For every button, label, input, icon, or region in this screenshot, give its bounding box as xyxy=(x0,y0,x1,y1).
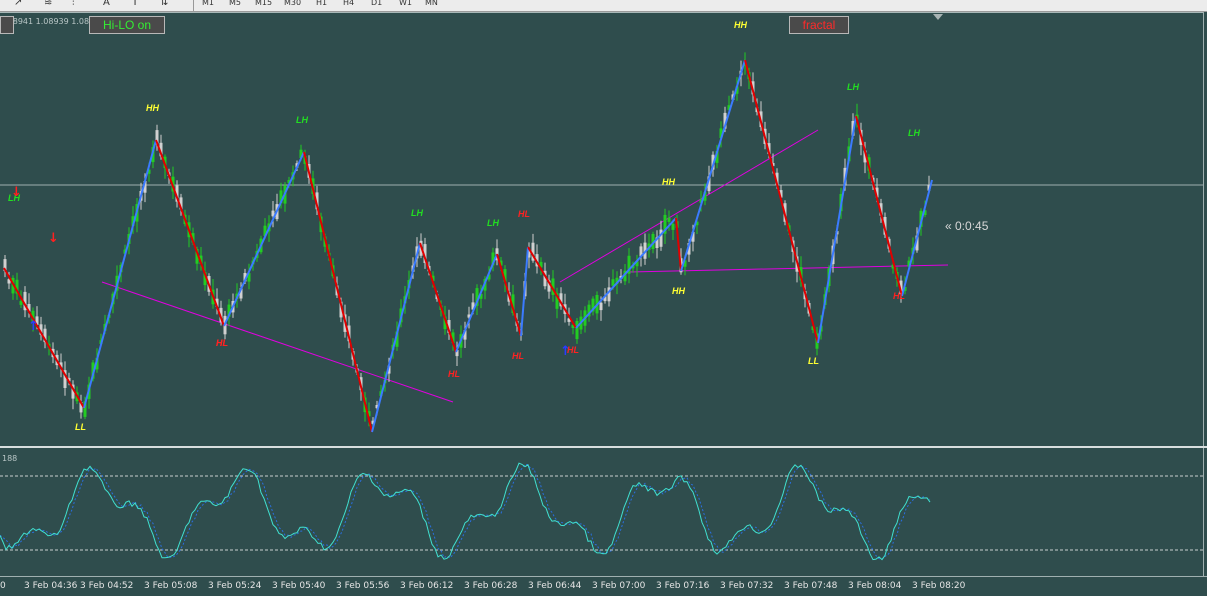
candle-body xyxy=(599,302,603,311)
zigzag-segment xyxy=(455,253,498,353)
time-label: 3 Feb 06:12 xyxy=(400,581,454,591)
time-label: 3 Feb 05:24 xyxy=(208,581,262,591)
zigzag-label-hh: HH xyxy=(146,103,159,113)
zigzag-segment xyxy=(223,151,305,327)
zigzag-segment xyxy=(680,59,746,272)
trendlines xyxy=(101,129,949,403)
zigzag-segment xyxy=(520,246,529,337)
hilo-toggle-button[interactable]: Hi-LO on xyxy=(89,16,165,34)
time-label: 3 Feb 05:08 xyxy=(144,581,198,591)
zigzag-segment xyxy=(371,242,421,433)
time-label: 3 Feb 06:28 xyxy=(464,581,518,591)
zigzag-label-hl: HL xyxy=(448,369,460,379)
left-stub-button[interactable] xyxy=(0,16,14,34)
zigzag-label-lh: LH xyxy=(411,208,423,218)
zigzag-segment xyxy=(419,242,457,353)
zigzag-lines xyxy=(3,59,933,433)
time-label: 3 Feb 04:36 xyxy=(24,581,78,591)
zigzag-label-hl: HL xyxy=(512,351,524,361)
fractal-toggle-button[interactable]: fractal xyxy=(789,16,849,34)
candle-body xyxy=(671,223,675,230)
zigzag-label-hh: HH xyxy=(734,20,747,30)
time-axis[interactable]: 0 3 Feb 04:36 3 Feb 04:52 3 Feb 05:08 3 Feb … xyxy=(0,576,1207,596)
zigzag-label-lh: LH xyxy=(847,82,859,92)
time-label: 3 Feb 04:52 xyxy=(80,581,134,591)
zigzag-label-lh: LH xyxy=(487,218,499,228)
time-label: 3 Feb 06:44 xyxy=(528,581,582,591)
time-label: 3 Feb 08:20 xyxy=(912,581,966,591)
zigzag-segment xyxy=(3,267,85,409)
zigzag-label-hh: HH xyxy=(672,286,685,296)
zigzag-label-ll: LL xyxy=(75,422,86,432)
zigzag-label-lh: LH xyxy=(296,115,308,125)
time-label: 3 Feb 05:40 xyxy=(272,581,326,591)
zigzag-segment xyxy=(155,139,225,327)
chart-grid xyxy=(0,184,1203,551)
zigzag-label-hl: HL xyxy=(893,291,905,301)
oscillator-level-label: 188 xyxy=(2,454,18,463)
oscillator-main-line xyxy=(0,462,931,561)
arrow-up-icon: ↑ xyxy=(560,344,571,359)
arrow-down-icon: ↓ xyxy=(11,185,22,200)
oscillator-lines xyxy=(0,462,931,561)
zigzag-segment xyxy=(527,246,577,329)
zigzag-label-hh: HH xyxy=(662,177,675,187)
zigzag-segment xyxy=(817,115,857,344)
zigzag-segment xyxy=(855,115,903,297)
time-label: 3 Feb 07:00 xyxy=(592,581,646,591)
zigzag-segment xyxy=(496,253,522,337)
zigzag-segment xyxy=(303,151,373,433)
scroll-shift-marker[interactable] xyxy=(933,14,943,20)
zigzag-label-hl: HL xyxy=(216,338,228,348)
time-label: 0 xyxy=(0,581,6,591)
zigzag-label-ll: LL xyxy=(808,356,819,366)
zigzag-label-hl: HL xyxy=(518,209,530,219)
zigzag-segment xyxy=(744,59,819,344)
bar-countdown-timer: « 0:0:45 xyxy=(945,219,989,233)
time-label: 3 Feb 07:16 xyxy=(656,581,710,591)
trendline xyxy=(627,264,949,273)
zigzag-segment xyxy=(83,139,157,409)
oscillator-signal-line xyxy=(0,463,931,560)
candle-body xyxy=(575,320,579,340)
arrow-down-icon: ↓ xyxy=(48,231,59,246)
arrow-up-icon: ↑ xyxy=(28,319,39,334)
chart-canvas xyxy=(0,52,1203,561)
time-label: 3 Feb 05:56 xyxy=(336,581,390,591)
candle-body xyxy=(667,217,671,222)
time-label: 3 Feb 07:48 xyxy=(784,581,838,591)
candle-body xyxy=(19,301,23,305)
trendline xyxy=(101,281,454,403)
zigzag-label-lh: LH xyxy=(908,128,920,138)
zigzag-segment xyxy=(575,217,677,329)
time-label: 3 Feb 08:04 xyxy=(848,581,902,591)
zigzag-segment xyxy=(901,179,933,297)
time-label: 3 Feb 07:32 xyxy=(720,581,774,591)
